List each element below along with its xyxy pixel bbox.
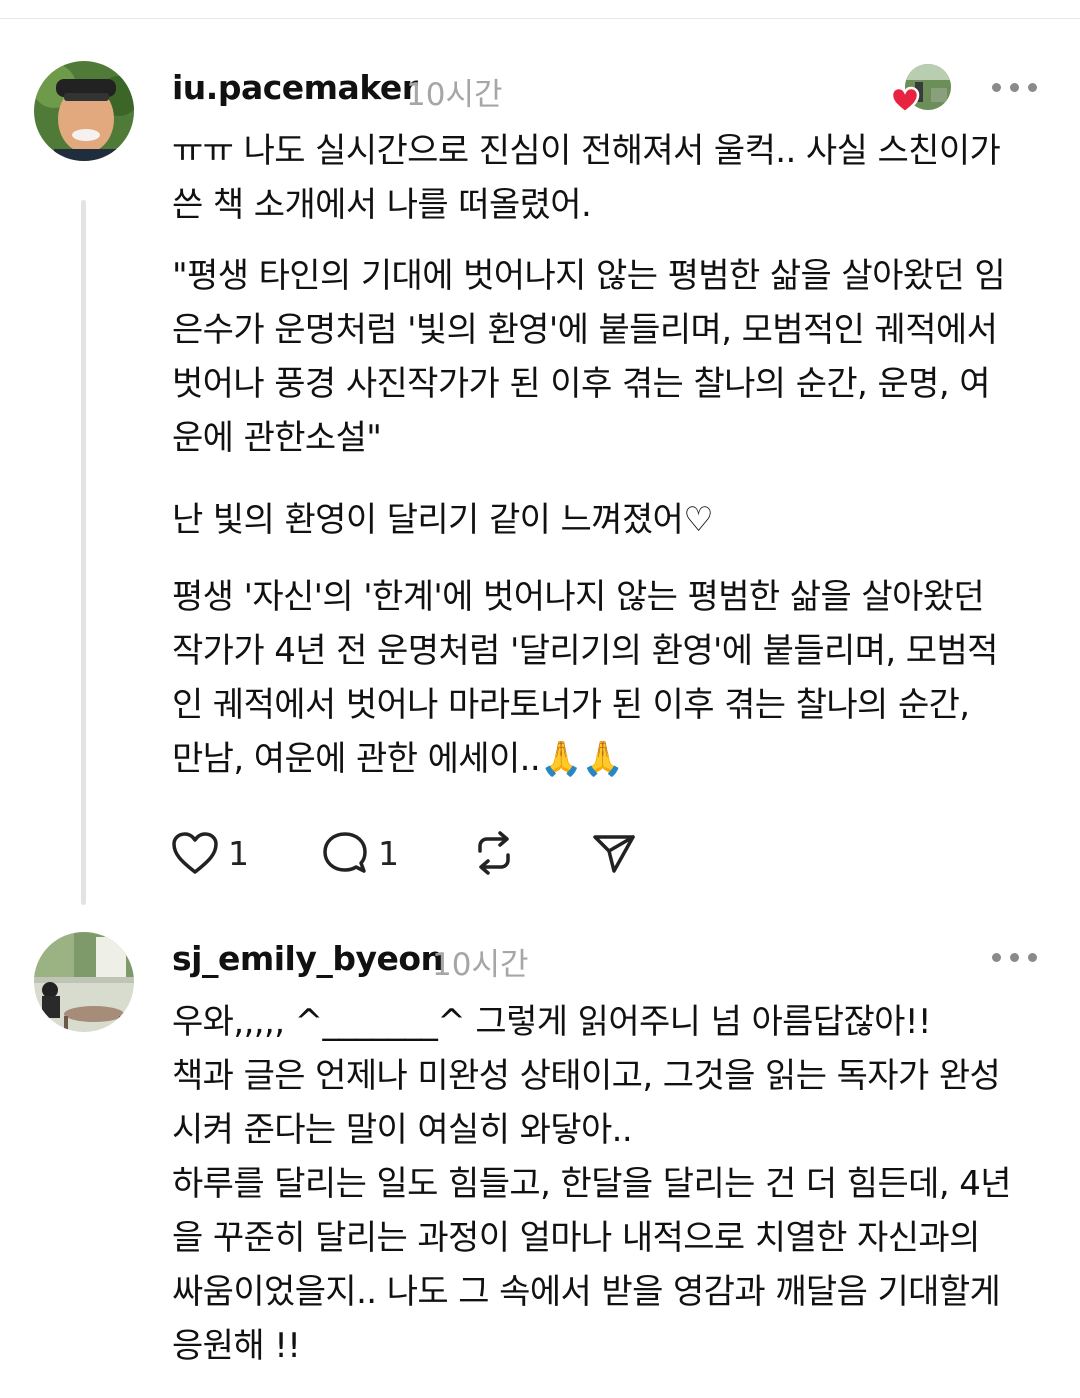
like-count: 1	[228, 833, 249, 873]
heart-icon	[172, 832, 218, 874]
username[interactable]: sj_emily_byeon	[172, 939, 444, 978]
comment-text: ㅠㅠ 나도 실시간으로 진심이 전해져서 울컥.. 사실 스친이가 쓴 책 소개…	[172, 131, 1001, 225]
timestamp: 10시간	[432, 947, 529, 983]
timestamp: 10시간	[406, 77, 503, 113]
comment-text: "평생 타인의 기대에 벗어나지 않는 평범한 삶을 살아왔던 임 은수가 운명…	[172, 256, 1006, 458]
reply-button[interactable]: 1	[320, 828, 399, 878]
username[interactable]: iu.pacemaker	[172, 68, 418, 107]
comment-text: 평생 '자신'의 '한계'에 벗어나지 않는 평범한 삶을 살아왔던 작가가 4…	[172, 577, 998, 779]
reply-count: 1	[378, 833, 399, 873]
comment-text: 난 빛의 환영이 달리기 같이 느껴졌어♡	[172, 500, 714, 540]
liked-heart-icon	[890, 86, 920, 114]
like-button[interactable]: 1	[170, 828, 249, 878]
comment-icon	[323, 832, 367, 873]
more-icon[interactable]	[990, 947, 1040, 967]
avatar[interactable]	[34, 61, 134, 161]
repost-button[interactable]	[470, 828, 518, 878]
share-icon	[593, 835, 635, 873]
more-icon[interactable]	[990, 77, 1040, 97]
comment-text: 우와,,,,, ^_______^ 그렇게 읽어주니 넘 아름답잖아!! 책과 …	[172, 1002, 1012, 1366]
share-button[interactable]	[590, 828, 638, 878]
top-divider	[0, 18, 1080, 19]
thread-line	[81, 200, 86, 905]
avatar[interactable]	[34, 932, 134, 1032]
repost-icon	[478, 831, 510, 875]
